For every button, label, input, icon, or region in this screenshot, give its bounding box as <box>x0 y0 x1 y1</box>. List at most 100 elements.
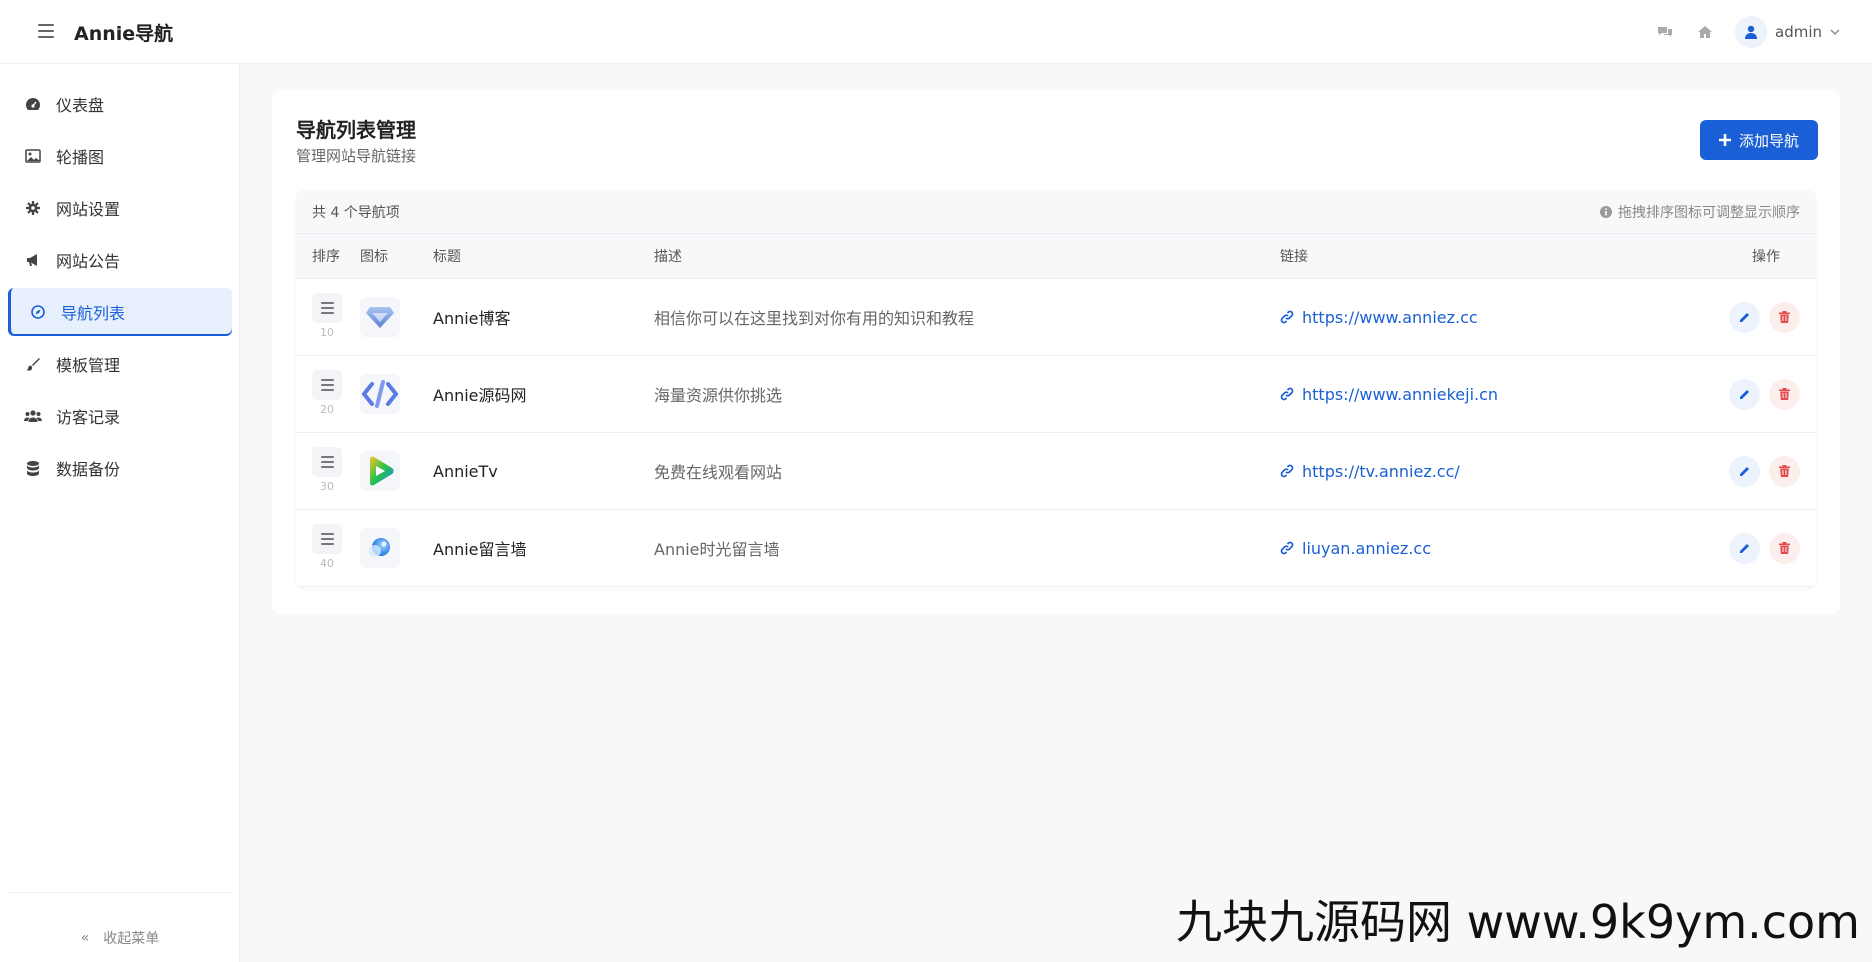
dashboard-icon <box>24 95 42 113</box>
pencil-icon <box>1739 390 1749 399</box>
row-title: Annie留言墙 <box>433 540 527 559</box>
edit-button[interactable] <box>1729 301 1760 333</box>
table-row: 30 AnnieTv 免费在线观看网站 https://tv.anniez.cc… <box>296 433 1816 510</box>
drag-handle[interactable]: 20 <box>312 370 342 418</box>
drag-handle[interactable]: 10 <box>312 293 342 341</box>
drag-icon <box>312 524 342 554</box>
diamond-icon <box>360 297 400 337</box>
table-row: 10 Annie博客 相信你可以在这里找到对你有用的知识和教程 https://… <box>296 279 1816 356</box>
sidebar: 仪表盘 轮播图 网站设置 网站公告 导航列表 模板管理 访客记录 数据备份 « … <box>0 64 240 962</box>
nav-table: 共 4 个导航项 拖拽排序图标可调整显示顺序 排序 图标 标题 描述 链接 操作… <box>296 190 1816 588</box>
trash-icon <box>1779 542 1790 554</box>
row-desc: 免费在线观看网站 <box>654 463 783 482</box>
sidebar-item-announcement[interactable]: 网站公告 <box>8 236 232 284</box>
sidebar-item-site-settings[interactable]: 网站设置 <box>8 184 232 232</box>
sidebar-item-backup[interactable]: 数据备份 <box>8 444 232 492</box>
drag-handle[interactable]: 30 <box>312 447 342 495</box>
row-desc: 相信你可以在这里找到对你有用的知识和教程 <box>654 309 975 328</box>
sidebar-item-carousel[interactable]: 轮播图 <box>8 132 232 180</box>
trash-icon <box>1779 388 1790 400</box>
play-icon <box>360 451 400 491</box>
row-actions <box>1720 455 1816 487</box>
drag-icon <box>312 293 342 323</box>
compass-icon <box>29 303 47 321</box>
drag-icon <box>312 370 342 400</box>
drag-handle[interactable]: 40 <box>312 524 342 572</box>
row-title: AnnieTv <box>433 461 498 481</box>
edit-button[interactable] <box>1729 378 1760 410</box>
user-menu[interactable]: admin <box>1735 16 1840 48</box>
pencil-icon <box>1739 313 1749 322</box>
row-link[interactable]: https://www.anniekeji.cn <box>1280 385 1720 404</box>
table-header: 排序 图标 标题 描述 链接 操作 <box>296 234 1816 279</box>
col-order: 排序 <box>312 249 340 265</box>
link-icon <box>1280 310 1294 324</box>
top-header: Annie导航 admin <box>0 0 1872 64</box>
drag-icon <box>312 447 342 477</box>
database-icon <box>24 459 42 477</box>
table-row: 40 Annie留言墙 Annie时光留言墙 liuyan.anniez.cc <box>296 510 1816 587</box>
pencil-icon <box>1739 544 1749 553</box>
delete-button[interactable] <box>1769 455 1800 487</box>
link-icon <box>1280 541 1294 555</box>
edit-button[interactable] <box>1729 532 1760 564</box>
user-name: admin <box>1775 23 1822 41</box>
col-desc: 描述 <box>654 249 682 265</box>
collapse-menu-button[interactable]: « 收起菜单 <box>0 918 240 958</box>
comments-icon[interactable] <box>1655 22 1675 42</box>
brush-icon <box>24 355 42 373</box>
row-desc: Annie时光留言墙 <box>654 540 780 559</box>
col-link: 链接 <box>1280 249 1308 265</box>
item-count: 共 4 个导航项 <box>312 204 400 221</box>
sidebar-divider <box>8 892 232 893</box>
page-subtitle: 管理网站导航链接 <box>296 147 417 165</box>
watermark-text: 九块九源码网 www.9k9ym.com <box>1176 895 1860 949</box>
col-ops: 操作 <box>1752 249 1780 265</box>
brand-title: Annie导航 <box>74 23 174 45</box>
row-actions <box>1720 532 1816 564</box>
row-link[interactable]: https://www.anniez.cc <box>1280 308 1720 327</box>
pencil-icon <box>1739 467 1749 476</box>
trash-icon <box>1779 465 1790 477</box>
megaphone-icon <box>24 251 42 269</box>
gear-icon <box>24 199 42 217</box>
nav-list-card: 导航列表管理 管理网站导航链接 添加导航 共 4 个导航项 拖拽排序图标可调整显… <box>272 90 1840 614</box>
chevron-down-icon <box>1830 29 1840 35</box>
image-icon <box>24 147 42 165</box>
link-icon <box>1280 387 1294 401</box>
delete-button[interactable] <box>1769 301 1800 333</box>
row-actions <box>1720 378 1816 410</box>
avatar <box>1735 16 1767 48</box>
table-toolbar: 共 4 个导航项 拖拽排序图标可调整显示顺序 <box>296 190 1816 234</box>
double-chevron-left-icon: « <box>80 930 90 946</box>
sidebar-item-templates[interactable]: 模板管理 <box>8 340 232 388</box>
row-actions <box>1720 301 1816 333</box>
col-icon: 图标 <box>360 249 388 265</box>
menu-toggle-icon[interactable] <box>38 24 54 38</box>
link-icon <box>1280 464 1294 478</box>
home-icon[interactable] <box>1695 22 1715 42</box>
edit-button[interactable] <box>1729 455 1760 487</box>
row-title: Annie博客 <box>433 309 511 328</box>
sidebar-item-nav-list[interactable]: 导航列表 <box>8 288 232 336</box>
code-icon <box>360 374 400 414</box>
add-nav-button[interactable]: 添加导航 <box>1700 120 1818 160</box>
info-icon <box>1600 205 1612 218</box>
users-icon <box>24 407 42 425</box>
col-title: 标题 <box>433 249 461 265</box>
plus-icon <box>1718 134 1731 146</box>
delete-button[interactable] <box>1769 532 1800 564</box>
bubble-icon <box>360 528 400 568</box>
row-link[interactable]: https://tv.anniez.cc/ <box>1280 462 1720 481</box>
sidebar-item-visitors[interactable]: 访客记录 <box>8 392 232 440</box>
row-title: Annie源码网 <box>433 386 527 405</box>
delete-button[interactable] <box>1769 378 1800 410</box>
trash-icon <box>1779 311 1790 323</box>
row-desc: 海量资源供你挑选 <box>654 386 783 405</box>
table-row: 20 Annie源码网 海量资源供你挑选 https://www.annieke… <box>296 356 1816 433</box>
header-actions: admin <box>1655 0 1840 64</box>
page-title: 导航列表管理 <box>296 118 416 142</box>
row-link[interactable]: liuyan.anniez.cc <box>1280 539 1720 558</box>
drag-hint: 拖拽排序图标可调整显示顺序 <box>1600 202 1800 222</box>
sidebar-item-dashboard[interactable]: 仪表盘 <box>8 80 232 128</box>
